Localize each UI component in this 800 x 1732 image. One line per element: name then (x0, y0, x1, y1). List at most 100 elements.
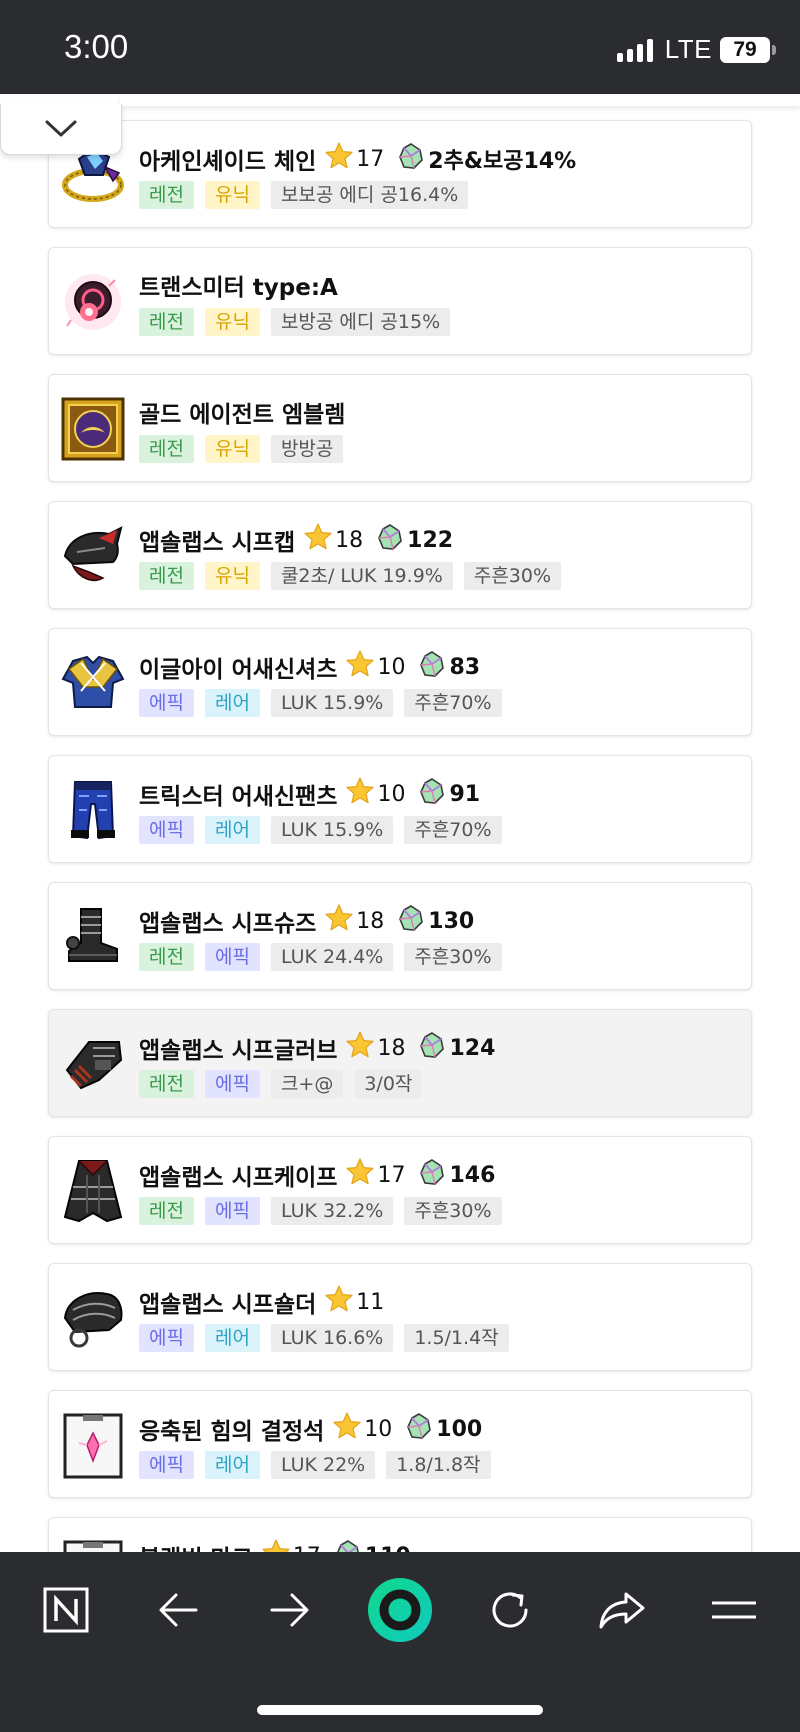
share-icon[interactable] (586, 1574, 658, 1646)
potential-cube-icon (406, 1412, 432, 1446)
potential-value: 2추&보공14% (428, 149, 577, 174)
collapse-toggle-button[interactable] (0, 104, 122, 155)
potential-cube-icon (398, 142, 424, 176)
item-title-row: 골드 에이전트 엠블렘 (139, 395, 353, 429)
potential-cube-icon (419, 777, 445, 811)
item-name: 아케인셰이드 체인 (139, 149, 317, 175)
potential-value: 146 (449, 1162, 496, 1188)
eagle-eye-assassin-shirt-icon (59, 649, 127, 717)
item-tags: 레전 에픽 LUK 32.2% 주흔30% (139, 1197, 502, 1225)
item-title-row: 이글아이 어새신셔츠 10 83 (139, 649, 480, 685)
starforce: 10 (345, 649, 405, 685)
potential: 122 (377, 523, 453, 557)
starforce: 10 (332, 1411, 392, 1447)
potential-value: 122 (407, 527, 454, 553)
status-right: LTE 79 (616, 34, 776, 65)
star-count: 10 (377, 781, 406, 807)
star-icon (324, 141, 354, 177)
grade-badge-epic: 에픽 (204, 943, 260, 971)
condensed-power-crystal-icon (59, 1411, 127, 1479)
menu-icon[interactable] (698, 1574, 770, 1646)
option-tag: 주흔30% (404, 943, 502, 971)
item-tags: 에픽 레어 LUK 16.6% 1.5/1.4작 (139, 1324, 509, 1352)
starforce: 18 (324, 903, 384, 939)
item-name: 앱솔랩스 시프숄더 (139, 1292, 317, 1318)
item-name: 트릭스터 어새신팬츠 (139, 784, 338, 810)
item-card[interactable]: 응축된 힘의 결정석 10 100 에픽 레어 LUK 22% 1.8/1.8작 (48, 1390, 752, 1498)
item-tags: 에픽 레어 LUK 15.9% 주흔70% (139, 689, 502, 717)
star-icon (303, 522, 333, 558)
item-title-row: 응축된 힘의 결정석 10 100 (139, 1411, 482, 1447)
potential-value: 91 (449, 781, 481, 807)
potential: 100 (406, 1412, 482, 1446)
grade-badge-epic: 에픽 (204, 1070, 260, 1098)
item-tags: 레전 에픽 크+@ 3/0작 (139, 1070, 423, 1098)
grade-badge-rare: 레어 (204, 1324, 260, 1352)
naver-n-icon[interactable] (30, 1574, 102, 1646)
potential: 130 (398, 904, 474, 938)
item-card[interactable]: 트랜스미터 type:A 레전 유닉 보방공 에디 공15% (48, 247, 752, 355)
item-tags: 에픽 레어 LUK 22% 1.8/1.8작 (139, 1451, 491, 1479)
grade-badge-legend: 레전 (139, 1070, 194, 1098)
grade-badge-epic: 에픽 (139, 1451, 194, 1479)
grade-badge-unique: 유닉 (204, 181, 260, 209)
item-card[interactable]: 앱솔랩스 시프슈즈 18 130 레전 에픽 LUK 24.4% 주흔30% (48, 882, 752, 990)
item-name: 앱솔랩스 시프케이프 (139, 1165, 338, 1191)
gold-agent-emblem-icon (59, 395, 127, 463)
potential: 2추&보공14% (398, 142, 576, 176)
option-tag: 3/0작 (354, 1070, 423, 1098)
starforce: 18 (303, 522, 363, 558)
item-card[interactable]: 앱솔랩스 시프숄더 11 에픽 레어 LUK 16.6% 1.5/1.4작 (48, 1263, 752, 1371)
item-title-row: 앱솔랩스 시프캡 18 122 (139, 522, 453, 558)
grade-badge-unique: 유닉 (204, 435, 260, 463)
item-title-row: 앱솔랩스 시프케이프 17 146 (139, 1157, 495, 1193)
star-icon (332, 1411, 362, 1447)
item-card[interactable]: 골드 에이전트 엠블렘레전 유닉 방방공 (48, 374, 752, 482)
star-icon (345, 1030, 375, 1066)
item-title-row: 앱솔랩스 시프숄더 11 (139, 1284, 398, 1320)
item-tags: 레전 에픽 LUK 24.4% 주흔30% (139, 943, 502, 971)
green-dot-icon[interactable] (364, 1574, 436, 1646)
item-title-row: 아케인셰이드 체인 17 2추&보공14% (139, 141, 576, 177)
item-tags: 레전 유닉 방방공 (139, 435, 344, 463)
item-tags: 레전 유닉 쿨2초/ LUK 19.9% 주흔30% (139, 562, 562, 590)
forward-arrow-icon[interactable] (254, 1574, 326, 1646)
item-card[interactable]: 앱솔랩스 시프케이프 17 146 레전 에픽 LUK 32.2% 주흔30% (48, 1136, 752, 1244)
browser-bottom-bar (0, 1552, 800, 1732)
option-tag: 1.8/1.8작 (386, 1451, 491, 1479)
home-indicator[interactable] (257, 1705, 543, 1715)
grade-badge-legend: 레전 (139, 1197, 194, 1225)
option-tag: 크+@ (270, 1070, 344, 1098)
grade-badge-legend: 레전 (139, 181, 194, 209)
option-tag: LUK 24.4% (270, 943, 394, 971)
item-name: 앱솔랩스 시프슈즈 (139, 911, 317, 937)
item-card[interactable]: 트릭스터 어새신팬츠 10 91 에픽 레어 LUK 15.9% 주흔70% (48, 755, 752, 863)
item-card[interactable]: 앱솔랩스 시프캡 18 122 레전 유닉 쿨2초/ LUK 19.9% 주흔30% (48, 501, 752, 609)
potential-cube-icon (377, 523, 403, 557)
absolab-thief-shoulder-icon (59, 1284, 127, 1352)
option-tag: LUK 22% (270, 1451, 376, 1479)
star-count: 10 (364, 1416, 393, 1442)
back-arrow-icon[interactable] (142, 1574, 214, 1646)
grade-badge-rare: 레어 (204, 816, 260, 844)
potential: 91 (419, 777, 480, 811)
absolab-thief-shoes-icon (59, 903, 127, 971)
star-icon (324, 903, 354, 939)
option-tag: 1.5/1.4작 (404, 1324, 509, 1352)
signal-icon (616, 38, 653, 62)
option-tag: LUK 16.6% (270, 1324, 394, 1352)
item-card[interactable]: 이글아이 어새신셔츠 10 83 에픽 레어 LUK 15.9% 주흔70% (48, 628, 752, 736)
page-top-edge (120, 94, 800, 106)
item-title-row: 앱솔랩스 시프글러브 18 124 (139, 1030, 495, 1066)
grade-badge-epic: 에픽 (139, 689, 194, 717)
potential-value: 124 (449, 1035, 496, 1061)
option-tag: LUK 15.9% (270, 816, 394, 844)
starforce: 18 (345, 1030, 405, 1066)
absolab-thief-cape-icon (59, 1157, 127, 1225)
refresh-icon[interactable] (474, 1574, 546, 1646)
starforce: 17 (324, 141, 384, 177)
item-card[interactable]: 아케인셰이드 체인 17 2추&보공14% 레전 유닉 보보공 에디 공16.4% (48, 120, 752, 228)
potential: 124 (419, 1031, 495, 1065)
item-card[interactable]: 앱솔랩스 시프글러브 18 124 레전 에픽 크+@ 3/0작 (48, 1009, 752, 1117)
option-tag: 주흔70% (404, 816, 502, 844)
